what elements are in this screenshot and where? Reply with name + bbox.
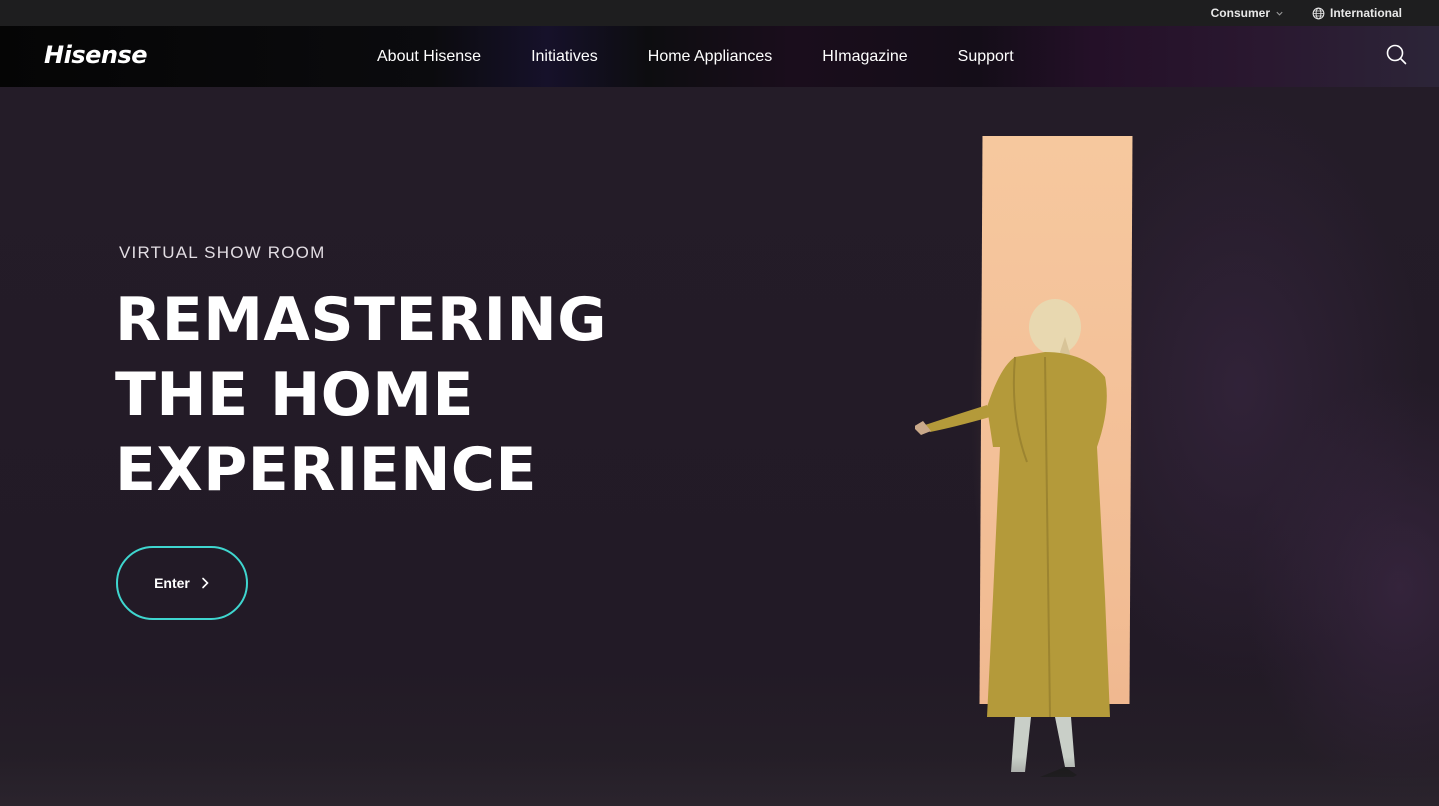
hero-headline: REMASTERING THE HOME EXPERIENCE (115, 283, 675, 508)
utility-bar: Consumer International (0, 0, 1439, 26)
headline-line-1: REMASTERING (115, 285, 607, 355)
hero-banner: VIRTUAL SHOW ROOM REMASTERING THE HOME E… (0, 87, 1439, 806)
nav-link-himagazine[interactable]: HImagazine (822, 48, 907, 66)
floor-shadow (0, 757, 1439, 806)
chevron-right-icon (202, 577, 209, 589)
enter-button[interactable]: Enter (116, 546, 248, 620)
main-nav: Hisense About Hisense Initiatives Home A… (0, 26, 1439, 87)
headline-line-2: THE HOME (115, 360, 474, 430)
headline-line-3: EXPERIENCE (115, 435, 537, 505)
chevron-down-icon (1276, 11, 1283, 16)
globe-icon (1312, 7, 1325, 19)
nav-link-home-appliances[interactable]: Home Appliances (648, 48, 773, 66)
consumer-label: Consumer (1210, 6, 1270, 20)
hisense-logo[interactable]: Hisense (44, 41, 148, 69)
nav-link-initiatives[interactable]: Initiatives (531, 48, 598, 66)
nav-link-about[interactable]: About Hisense (377, 48, 481, 66)
nav-links: About Hisense Initiatives Home Appliance… (377, 26, 1064, 87)
search-icon[interactable] (1384, 43, 1408, 67)
region-selector[interactable]: International (1312, 6, 1402, 20)
region-label: International (1329, 6, 1402, 20)
consumer-dropdown[interactable]: Consumer (1211, 6, 1284, 20)
woman-figure-image (915, 299, 1110, 777)
nav-link-support[interactable]: Support (958, 48, 1014, 66)
enter-button-label: Enter (154, 575, 190, 591)
hero-eyebrow: VIRTUAL SHOW ROOM (119, 243, 326, 262)
